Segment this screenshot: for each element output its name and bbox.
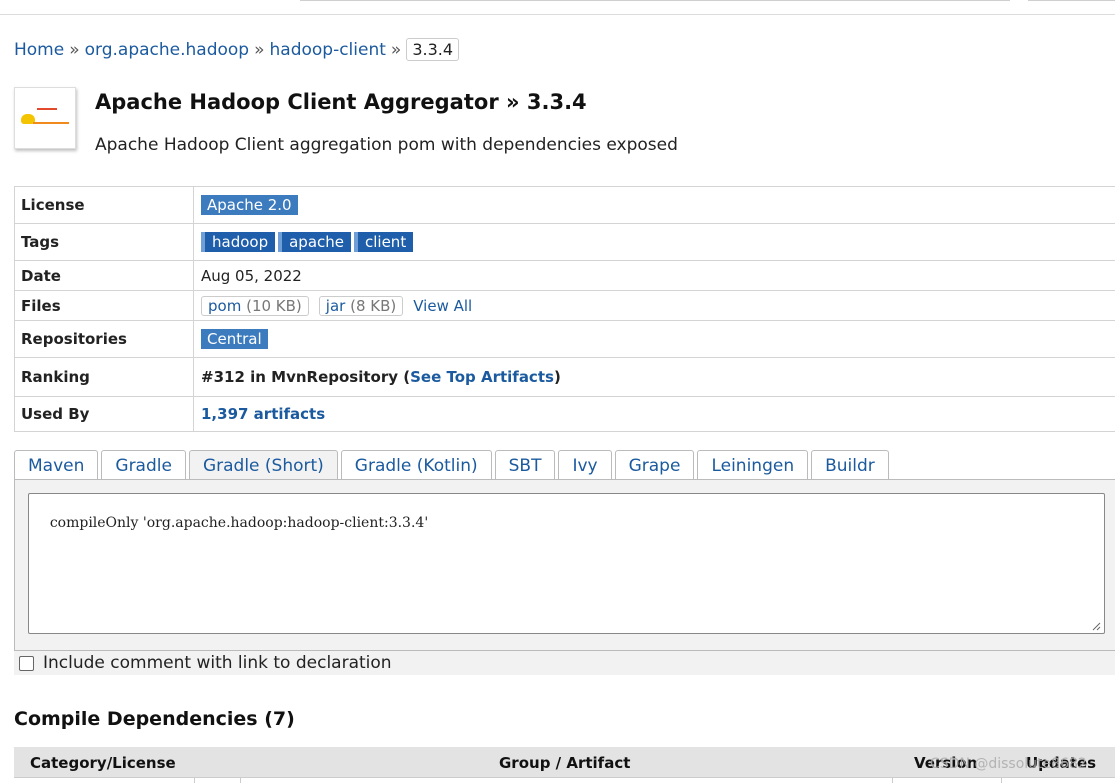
artifact-info-table: License Apache 2.0 Tags hadoop apache cl… [14, 186, 1115, 432]
info-row-repositories: Repositories Central [14, 321, 1115, 358]
tab-ivy[interactable]: Ivy [558, 450, 612, 480]
breadcrumb-group[interactable]: org.apache.hadoop [85, 40, 249, 60]
include-comment-label[interactable]: Include comment with link to declaration [43, 653, 392, 673]
hadoop-logo-icon [14, 87, 76, 149]
page-description: Apache Hadoop Client aggregation pom wit… [95, 135, 678, 155]
compile-dependencies-title: Compile Dependencies (7) [14, 708, 295, 730]
dependency-snippet: compileOnly 'org.apache.hadoop:hadoop-cl… [49, 515, 429, 531]
used-by-link[interactable]: 1,397 artifacts [201, 405, 325, 423]
column-divider [1001, 778, 1002, 783]
info-value: 1,397 artifacts [194, 405, 325, 423]
info-value: pom (10 KB) jar (8 KB) View All [194, 295, 472, 316]
tag-client[interactable]: client [354, 232, 414, 252]
tag-apache[interactable]: apache [278, 232, 351, 252]
build-tool-tabs: Maven Gradle Gradle (Short) Gradle (Kotl… [14, 450, 892, 480]
breadcrumb-current-version: 3.3.4 [406, 38, 460, 61]
logo-stripe [33, 122, 69, 124]
tab-grape[interactable]: Grape [614, 450, 695, 480]
dependencies-table-body-top [14, 777, 1115, 783]
top-border-segment [1028, 0, 1115, 1]
tab-gradle-kotlin[interactable]: Gradle (Kotlin) [340, 450, 492, 480]
license-badge[interactable]: Apache 2.0 [201, 195, 298, 215]
breadcrumb-artifact[interactable]: hadoop-client [270, 40, 386, 60]
info-value: Aug 05, 2022 [201, 266, 302, 285]
column-group-artifact: Group / Artifact [499, 754, 631, 772]
breadcrumb-separator: » [390, 39, 402, 60]
tab-gradle[interactable]: Gradle [101, 450, 186, 480]
file-jar-link[interactable]: jar [326, 297, 346, 315]
tab-gradle-short[interactable]: Gradle (Short) [188, 450, 338, 480]
column-divider [240, 778, 241, 783]
see-top-artifacts-link[interactable]: See Top Artifacts [410, 368, 554, 386]
tab-buildr[interactable]: Buildr [811, 450, 889, 480]
tab-maven[interactable]: Maven [14, 450, 99, 480]
file-size: (10 KB) [246, 296, 302, 315]
breadcrumb-home[interactable]: Home [14, 40, 64, 60]
ranking-text: #312 in MvnRepository ( [201, 368, 411, 386]
info-key: Files [14, 291, 194, 320]
info-key: Date [14, 261, 194, 290]
view-all-files-link[interactable]: View All [413, 297, 472, 315]
info-value: Apache 2.0 [194, 195, 298, 215]
code-panel: compileOnly 'org.apache.hadoop:hadoop-cl… [14, 479, 1115, 651]
info-row-used-by: Used By 1,397 artifacts [14, 397, 1115, 432]
breadcrumb: Home » org.apache.hadoop » hadoop-client… [14, 38, 460, 61]
top-border-segment [300, 0, 1010, 1]
breadcrumb-separator: » [69, 39, 80, 60]
column-divider [194, 778, 195, 783]
info-row-files: Files pom (10 KB) jar (8 KB) View All [14, 291, 1115, 321]
info-key: Ranking [14, 358, 194, 396]
info-row-tags: Tags hadoop apache client [14, 224, 1115, 261]
info-key: Used By [14, 397, 194, 431]
info-key: License [14, 187, 194, 223]
tab-sbt[interactable]: SBT [494, 450, 556, 480]
watermark: CSDN @dissolute8682 [930, 756, 1087, 772]
info-value: Central [194, 329, 268, 349]
logo-stripe [37, 108, 57, 110]
file-size: (8 KB) [350, 296, 397, 315]
file-pom: pom (10 KB) [201, 295, 309, 316]
info-row-license: License Apache 2.0 [14, 187, 1115, 224]
info-row-ranking: Ranking #312 in MvnRepository ( See Top … [14, 358, 1115, 397]
info-row-date: Date Aug 05, 2022 [14, 261, 1115, 291]
info-value: hadoop apache client [194, 232, 416, 252]
file-pom-link[interactable]: pom [208, 297, 241, 315]
ranking-text-suffix: ) [553, 368, 561, 386]
breadcrumb-separator: » [254, 39, 265, 60]
repository-badge[interactable]: Central [201, 329, 268, 349]
tab-leiningen[interactable]: Leiningen [697, 450, 809, 480]
include-comment-checkbox[interactable] [19, 655, 34, 671]
column-category-license: Category/License [30, 754, 176, 772]
include-comment-row: Include comment with link to declaration [14, 651, 1115, 675]
info-key: Repositories [14, 321, 194, 357]
page-title: Apache Hadoop Client Aggregator » 3.3.4 [95, 90, 587, 114]
tag-hadoop[interactable]: hadoop [201, 232, 276, 252]
info-value: #312 in MvnRepository ( See Top Artifact… [194, 368, 561, 386]
column-divider [892, 778, 893, 783]
top-strip [0, 0, 1115, 15]
resize-grip-icon[interactable] [1092, 622, 1101, 631]
file-jar: jar (8 KB) [318, 295, 404, 316]
info-key: Tags [14, 224, 194, 260]
dependency-snippet-textarea[interactable]: compileOnly 'org.apache.hadoop:hadoop-cl… [28, 493, 1105, 634]
